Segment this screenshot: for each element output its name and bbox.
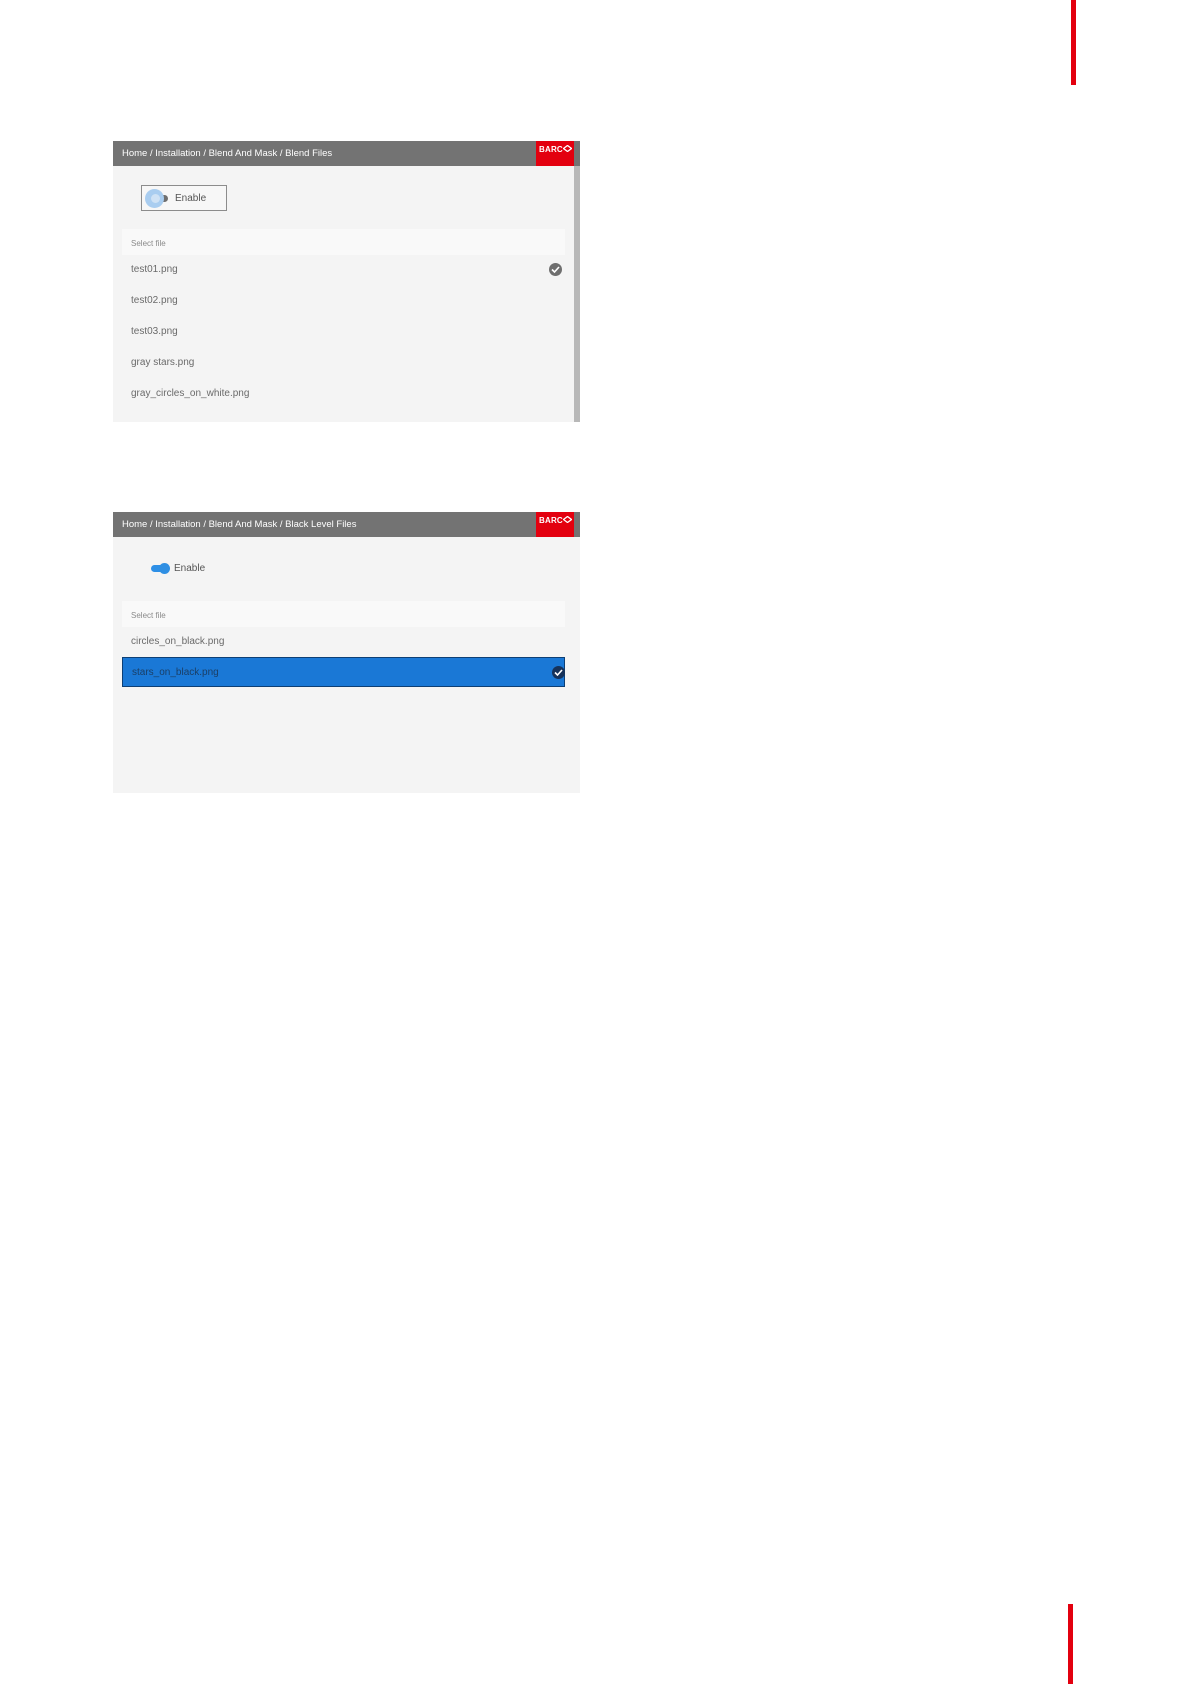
file-name: gray_circles_on_white.png [131,388,250,399]
file-item-gray-stars[interactable]: gray stars.png [122,348,565,376]
breadcrumb[interactable]: Home / Installation / Blend And Mask / B… [122,148,332,159]
file-name: circles_on_black.png [131,636,225,647]
file-name: test03.png [131,326,178,337]
logo-text: BARC [539,145,563,154]
barco-logo-icon [563,516,572,523]
file-name: test01.png [131,264,178,275]
file-item-test02[interactable]: test02.png [122,286,565,314]
file-item-test03[interactable]: test03.png [122,317,565,345]
blend-files-screen: Home / Installation / Blend And Mask / B… [113,141,580,422]
file-item-test01[interactable]: test01.png [122,255,565,283]
check-circle-icon [552,666,565,679]
enable-toggle-container: Enable [141,556,227,582]
enable-toggle-container: Enable [141,185,227,211]
breadcrumb[interactable]: Home / Installation / Blend And Mask / B… [122,519,356,530]
file-list-header: Select file [122,229,565,255]
file-name: stars_on_black.png [132,667,219,678]
file-item-stars-on-black[interactable]: stars_on_black.png [122,657,565,687]
page-edge-mark-bottom [1068,1604,1073,1684]
header-bar: Home / Installation / Blend And Mask / B… [113,141,580,166]
black-level-files-screen: Home / Installation / Blend And Mask / B… [113,512,580,793]
enable-toggle[interactable] [145,189,170,208]
file-name: test02.png [131,295,178,306]
barco-logo: BARC [536,141,574,166]
file-name: gray stars.png [131,357,195,368]
enable-toggle[interactable] [147,562,170,574]
barco-logo-icon [563,145,572,152]
check-circle-icon [549,263,562,276]
scrollbar[interactable] [574,166,580,422]
select-file-label: Select file [131,239,166,248]
enable-label: Enable [175,193,207,204]
file-list-header: Select file [122,601,565,627]
toggle-knob [159,563,170,574]
select-file-label: Select file [131,611,166,620]
page-edge-mark-top [1071,0,1076,85]
toggle-knob [151,194,160,203]
enable-label: Enable [174,563,206,574]
file-item-circles-on-black[interactable]: circles_on_black.png [122,627,565,655]
logo-text: BARC [539,516,563,525]
file-item-gray-circles-on-white[interactable]: gray_circles_on_white.png [122,379,565,407]
header-bar: Home / Installation / Blend And Mask / B… [113,512,580,537]
barco-logo: BARC [536,512,574,537]
